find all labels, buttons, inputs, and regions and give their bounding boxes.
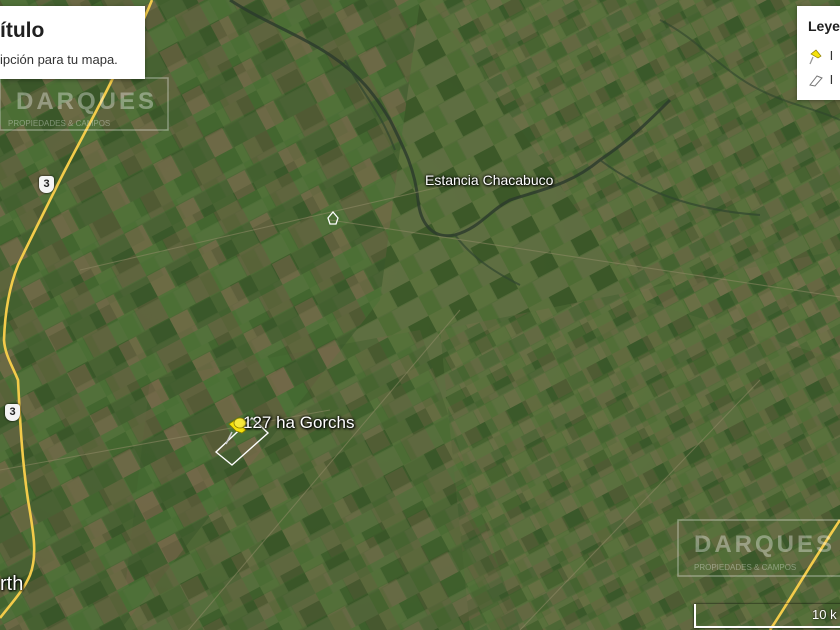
map-description: ipción para tu mapa. <box>0 52 118 67</box>
legend-item-pin-label: I <box>829 48 834 63</box>
watermark-top-name: DARQUES <box>16 88 157 115</box>
route-shield-3-south: 3 <box>5 404 20 421</box>
label-town[interactable]: rth <box>0 573 23 596</box>
scale-label: 10 k <box>812 607 837 622</box>
legend-item-pin[interactable]: I <box>808 48 833 65</box>
legend-title: Leye <box>808 18 840 34</box>
map-info-card[interactable]: ítulo ipción para tu mapa. <box>0 6 145 79</box>
watermark-top-tagline: PROPIEDADES & CAMPOS <box>8 119 110 128</box>
legend-item-polygon-label: I <box>829 72 834 87</box>
watermark-bottom-tagline: PROPIEDADES & CAMPOS <box>694 563 796 572</box>
legend-panel[interactable]: Leye I I <box>797 6 840 100</box>
watermark-bottom-name: DARQUES <box>694 531 835 558</box>
yellow-pushpin-icon <box>809 49 822 64</box>
label-parcel[interactable]: 127 ha Gorchs <box>243 413 355 433</box>
map-title: ítulo <box>0 19 45 42</box>
label-estancia-chacabuco[interactable]: Estancia Chacabuco <box>425 172 553 188</box>
scale-bar: 10 k <box>694 604 840 630</box>
legend-item-polygon[interactable]: I <box>808 72 833 88</box>
satellite-map[interactable]: DARQUES PROPIEDADES & CAMPOS DARQUES PRO… <box>0 0 840 630</box>
route-shield-3-north: 3 <box>39 176 54 193</box>
polygon-outline-icon <box>809 74 823 87</box>
